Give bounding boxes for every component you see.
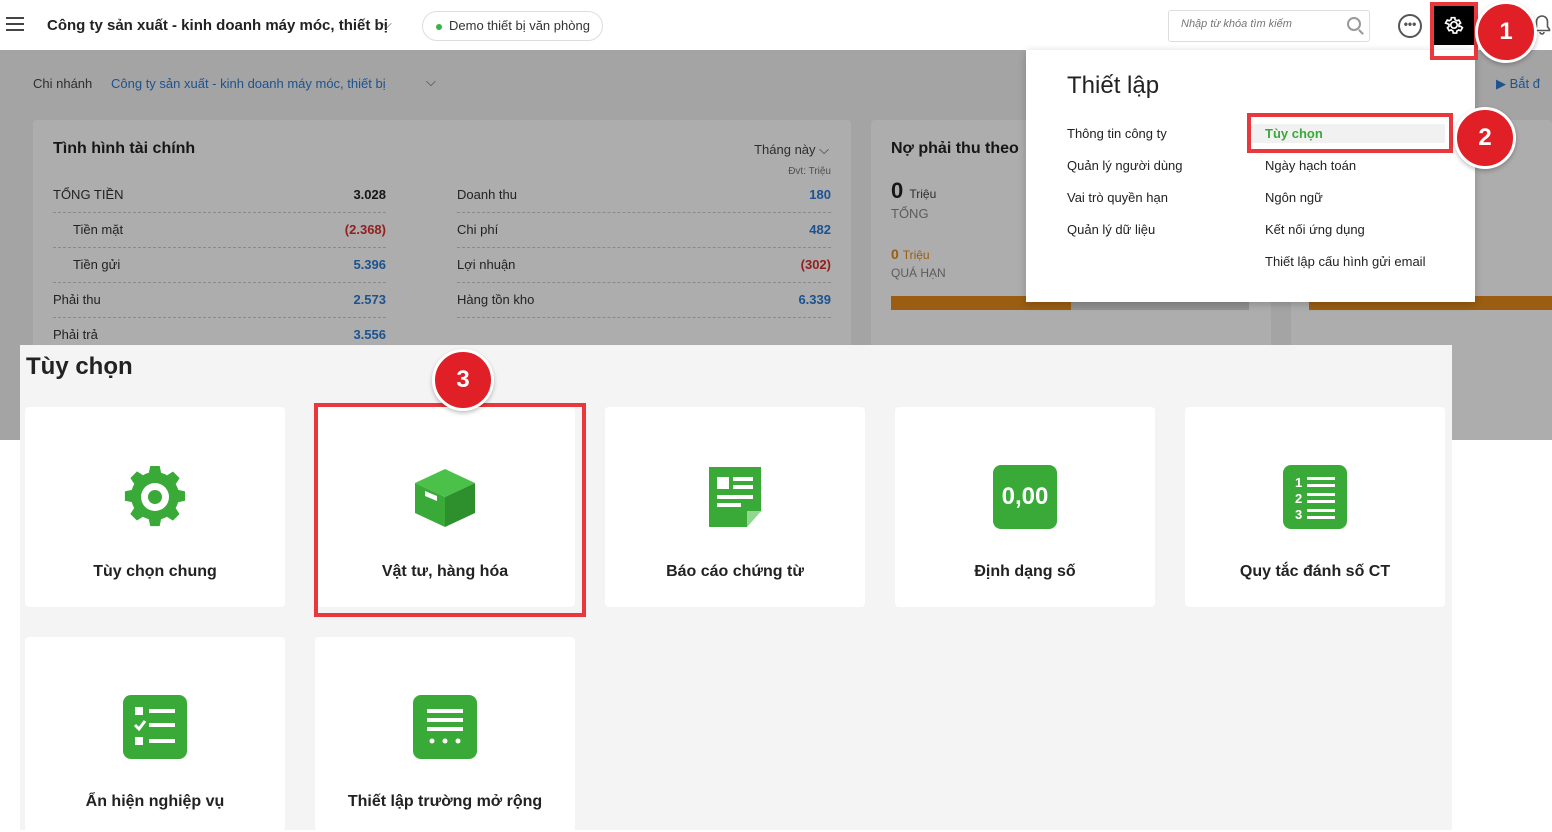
tile-document-report[interactable]: Báo cáo chứng từ [605,407,865,607]
menu-company-info[interactable]: Thông tin công ty [1067,126,1167,141]
svg-text:3: 3 [1295,507,1302,522]
search-box[interactable] [1168,10,1370,42]
chevron-down-icon[interactable]: ⌵ [382,16,392,32]
menu-data-management[interactable]: Quản lý dữ liệu [1067,222,1155,237]
demo-label: Demo thiết bị văn phòng [449,18,590,33]
menu-accounting-date[interactable]: Ngày hạch toán [1265,158,1356,173]
checklist-icon [123,695,187,759]
numbered-list-icon: 1 2 3 [1283,465,1347,529]
menu-roles-permissions[interactable]: Vai trò quyền hạn [1067,190,1168,205]
company-name[interactable]: Công ty sản xuất - kinh doanh máy móc, t… [47,17,388,34]
tile-extended-fields[interactable]: Thiết lập trường mở rộng [315,637,575,832]
number-format-icon: 0,00 [993,465,1057,529]
tile-number-format[interactable]: 0,00 Định dạng số [895,407,1155,607]
status-dot-icon [436,24,442,30]
menu-app-connections[interactable]: Kết nối ứng dụng [1265,222,1365,237]
search-input[interactable] [1179,17,1333,31]
gear-icon [124,465,186,527]
tile-document-numbering[interactable]: 1 2 3 Quy tắc đánh số CT [1185,407,1445,607]
tile-show-hide-operations[interactable]: Ẩn hiện nghiệp vụ [25,637,285,832]
settings-title: Thiết lập [1067,72,1160,99]
settings-dropdown: Thiết lập Thông tin công ty Quản lý ngườ… [1026,50,1475,302]
extended-fields-icon [413,695,477,759]
tile-label: Báo cáo chứng từ [666,563,804,580]
svg-text:1: 1 [1295,475,1302,490]
tile-general-options[interactable]: Tùy chọn chung [25,407,285,607]
highlight-materials-tile [314,403,586,617]
svg-text:2: 2 [1295,491,1302,506]
step-badge-1: 1 [1475,1,1537,63]
menu-user-management[interactable]: Quản lý người dùng [1067,158,1183,173]
document-icon [709,467,761,527]
tile-label: Thiết lập trường mở rộng [347,793,543,810]
top-bar: Công ty sản xuất - kinh doanh máy móc, t… [0,0,1552,51]
step-badge-2: 2 [1454,107,1516,169]
more-options-icon[interactable]: ••• [1398,14,1422,38]
tile-label: Tùy chọn chung [93,563,217,580]
demo-database-pill[interactable]: Demo thiết bị văn phòng [422,11,603,41]
tile-label: Định dạng số [974,563,1076,580]
tile-label: Ẩn hiện nghiệp vụ [85,793,225,810]
hamburger-menu-icon[interactable] [6,17,24,31]
highlight-options-menu [1247,113,1453,153]
highlight-settings-button [1430,2,1478,60]
menu-language[interactable]: Ngôn ngữ [1265,190,1323,205]
tile-label: Quy tắc đánh số CT [1239,563,1391,580]
options-title: Tùy chọn [26,353,133,380]
search-icon[interactable] [1347,17,1361,31]
menu-email-config[interactable]: Thiết lập cấu hình gửi email [1265,254,1425,269]
options-panel: Tùy chọn Tùy chọn chung Vật tư, hàng hóa [20,345,1452,832]
step-badge-3: 3 [432,349,494,411]
